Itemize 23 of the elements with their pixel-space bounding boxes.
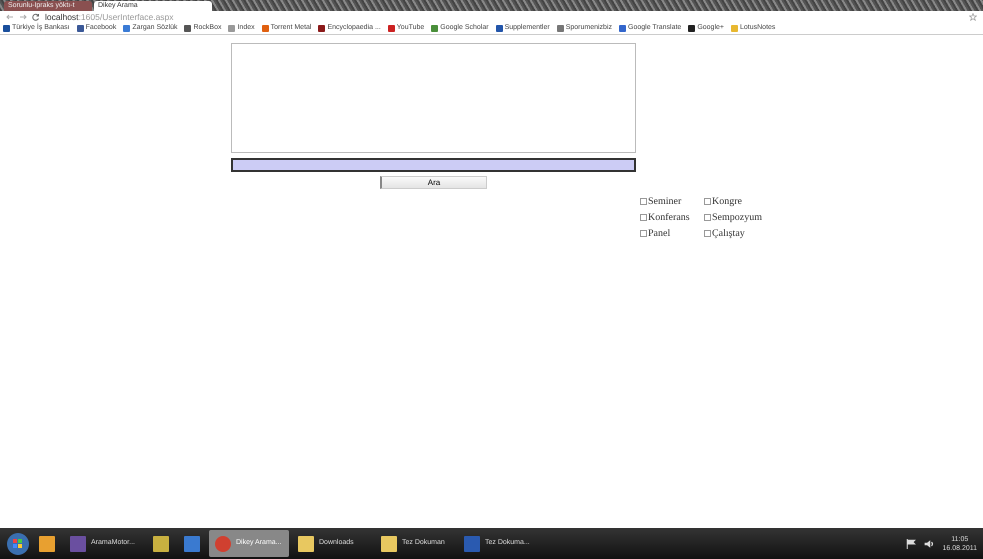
checkbox-label: Kongre (712, 195, 742, 209)
search-button[interactable]: Ara (380, 176, 487, 189)
checkbox-label: Çalıştay (712, 227, 745, 241)
address-field[interactable]: localhost:1605/UserInterface.aspx (45, 10, 174, 24)
volume-icon[interactable] (924, 538, 934, 548)
checkbox-label: Konferans (648, 211, 690, 225)
checkbox[interactable] (704, 230, 711, 237)
back-icon[interactable] (6, 13, 14, 21)
checkbox-label: Seminer (648, 195, 682, 209)
checkbox-label: Panel (648, 227, 670, 241)
flag-icon[interactable] (906, 538, 916, 548)
start-icon[interactable] (6, 532, 30, 556)
checkbox[interactable] (704, 214, 711, 221)
checkbox[interactable] (640, 214, 647, 221)
checkbox[interactable] (640, 198, 647, 205)
checkbox-label: Sempozyum (712, 211, 762, 225)
search-field[interactable] (231, 158, 636, 172)
text-area[interactable] (231, 43, 636, 153)
forward-icon[interactable] (19, 13, 27, 21)
checkbox[interactable] (704, 198, 711, 205)
checkbox[interactable] (640, 230, 647, 237)
reload-icon[interactable] (32, 13, 40, 21)
star-icon[interactable] (969, 13, 977, 21)
